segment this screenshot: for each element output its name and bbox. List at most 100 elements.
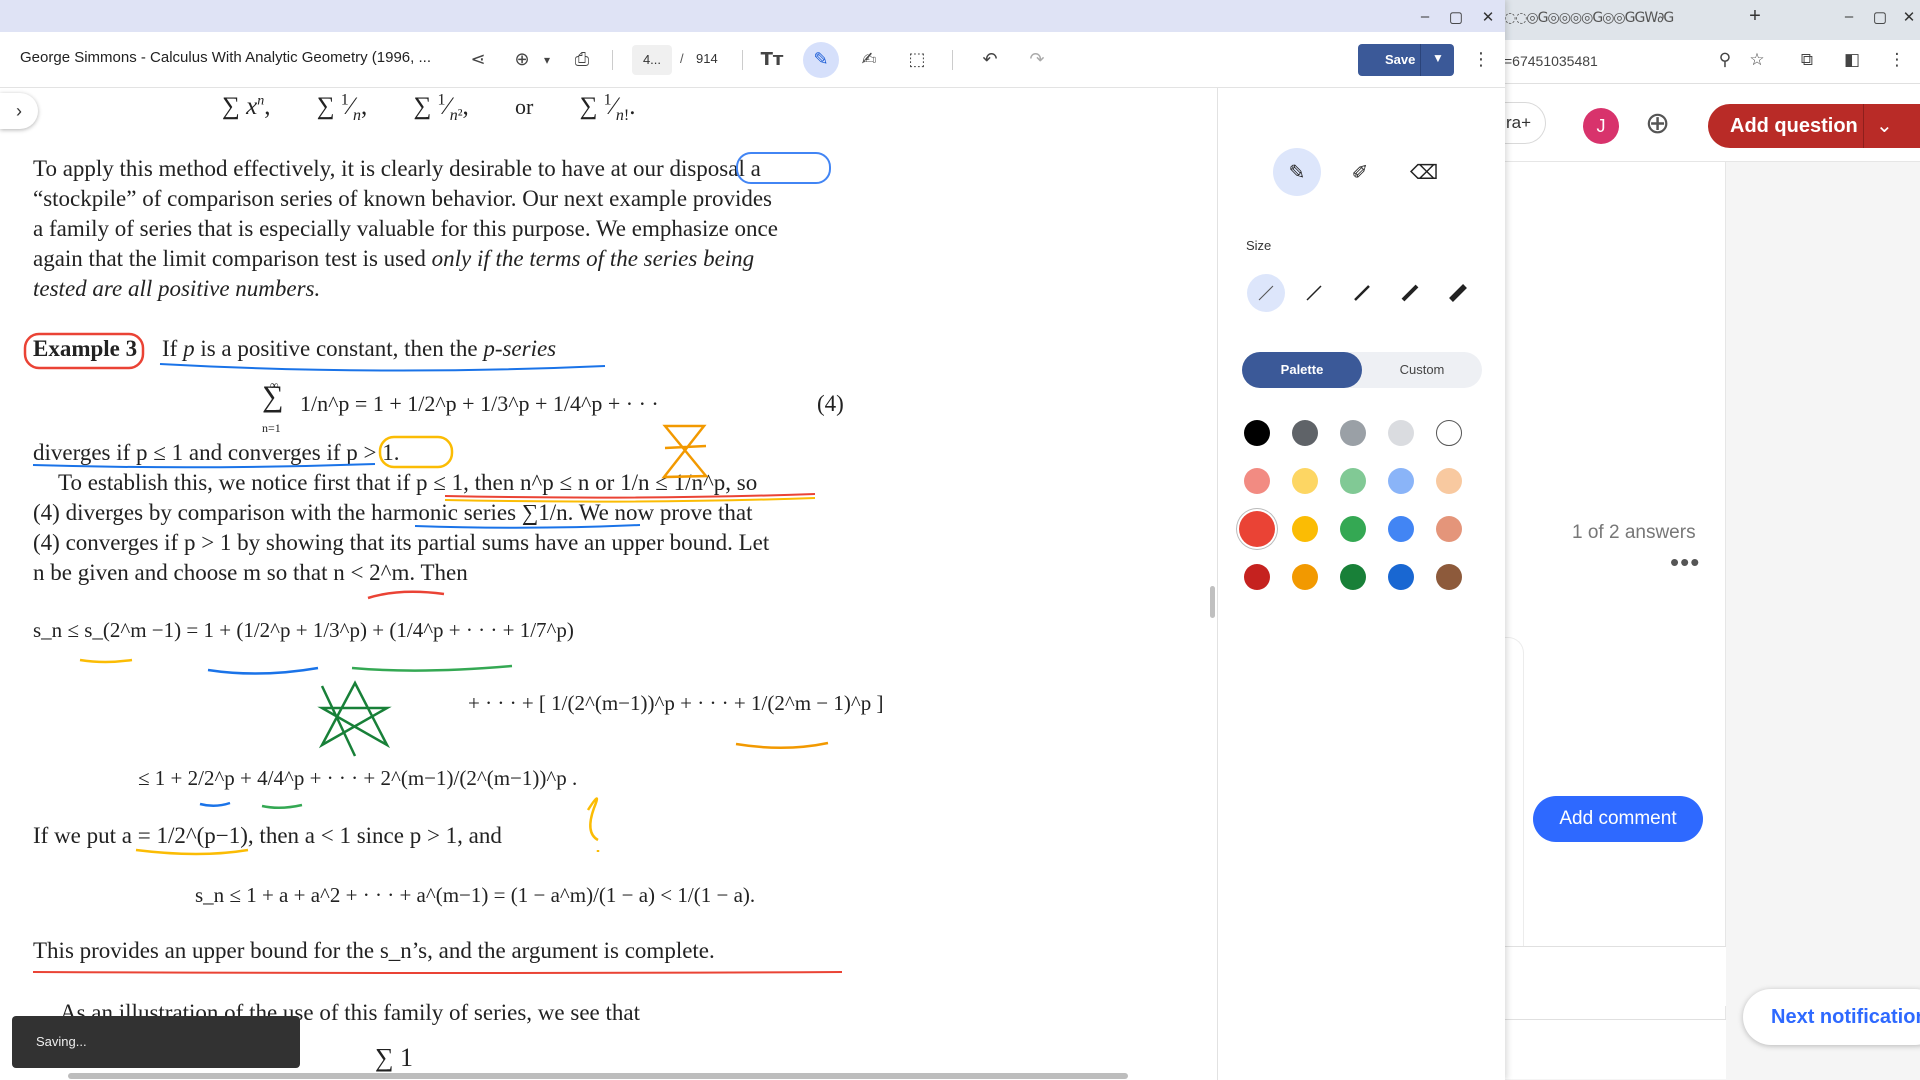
eraser-tool-icon[interactable]: ⌫ <box>1400 148 1448 196</box>
close-icon[interactable]: ✕ <box>1897 8 1920 26</box>
paragraph-line: If we put a = 1/2^(p−1), then a < 1 sinc… <box>33 823 502 848</box>
color-swatch[interactable] <box>1292 564 1318 590</box>
selection-icon[interactable]: ⬚ <box>903 46 931 74</box>
zoom-icon[interactable]: ⊕ <box>508 46 536 74</box>
page-total: 914 <box>696 51 718 66</box>
color-swatch[interactable] <box>1436 420 1462 446</box>
pen-tool-icon[interactable]: ✎ <box>1273 148 1321 196</box>
save-label: Save <box>1385 52 1416 67</box>
star-annotation-green <box>317 680 392 757</box>
color-swatch[interactable] <box>1388 468 1414 494</box>
horizontal-scrollbar[interactable] <box>68 1073 1128 1079</box>
url-text[interactable]: =67451035481 <box>1504 53 1598 69</box>
draw-icon[interactable]: ✎ <box>803 42 839 78</box>
tab-palette[interactable]: Palette <box>1242 352 1362 388</box>
color-swatch[interactable] <box>1340 564 1366 590</box>
stroke-size-3-icon <box>1354 285 1370 301</box>
list-item <box>1500 946 1726 1006</box>
print-icon[interactable]: ⎙ <box>568 46 596 74</box>
toolbar-divider <box>612 50 613 70</box>
globe-icon[interactable]: ⊕ <box>1645 106 1670 141</box>
color-swatch[interactable] <box>1244 468 1270 494</box>
address-bar[interactable]: =67451035481 ⚲ ☆ ⧉ ◧ ⋮ <box>1500 40 1920 84</box>
page-number-input[interactable]: 4... <box>632 45 672 75</box>
stroke-size-4[interactable] <box>1391 274 1429 312</box>
color-swatch[interactable] <box>1388 420 1414 446</box>
annotation-underline-yellow <box>735 741 829 749</box>
pdf-toolbar: George Simmons - Calculus With Analytic … <box>0 32 1505 88</box>
highlighter-tool-icon[interactable]: ✐ <box>1336 148 1384 196</box>
stroke-size-5[interactable] <box>1439 274 1477 312</box>
stroke-size-3[interactable] <box>1343 274 1381 312</box>
chevron-down-icon[interactable]: ▼ <box>1432 51 1444 65</box>
stroke-size-4-icon <box>1401 284 1419 302</box>
more-options-icon[interactable]: ••• <box>1670 547 1700 578</box>
extensions-icon[interactable]: ⧉ <box>1795 50 1819 70</box>
tab-custom[interactable]: Custom <box>1362 352 1482 388</box>
menu-icon[interactable]: ⋮ <box>1885 50 1909 70</box>
annotation-underline-green <box>351 664 513 672</box>
color-swatch[interactable] <box>1340 468 1366 494</box>
color-swatch[interactable] <box>1340 420 1366 446</box>
paragraph-text: again that the limit comparison test is … <box>33 246 432 271</box>
color-swatch[interactable] <box>1436 516 1462 542</box>
list-item <box>1500 1019 1726 1079</box>
stroke-size-1[interactable] <box>1247 274 1285 312</box>
stroke-size-2[interactable] <box>1295 274 1333 312</box>
maximize-icon[interactable]: ▢ <box>1868 8 1892 26</box>
color-swatch[interactable] <box>1436 564 1462 590</box>
minimize-icon[interactable]: – <box>1837 8 1861 25</box>
save-button[interactable]: Save ▼ <box>1358 44 1454 76</box>
side-panel-icon[interactable]: ◧ <box>1840 50 1864 70</box>
color-swatch[interactable] <box>1292 468 1318 494</box>
color-swatch[interactable] <box>1388 564 1414 590</box>
palette-mode-toggle: Palette Custom <box>1242 352 1482 388</box>
text-icon[interactable]: Tт <box>758 46 786 74</box>
zoom-icon[interactable]: ⚲ <box>1713 50 1737 70</box>
paragraph-line: a family of series that is especially va… <box>33 216 778 241</box>
quora-header: ra+ J ⊕ Add question ⌄ <box>1500 84 1920 162</box>
next-notification-button[interactable]: Next notification <box>1743 989 1920 1045</box>
color-swatch[interactable] <box>1244 420 1270 446</box>
question-mark-annotation <box>586 797 600 852</box>
stroke-size-2-icon <box>1306 285 1322 301</box>
color-swatch[interactable] <box>1388 516 1414 542</box>
desktop: ◌◌◎G◎◎◎◎G◎◎GGW∂G + – ▢ ✕ =67451035481 ⚲ … <box>0 0 1920 1080</box>
chevron-right-icon[interactable]: › <box>0 93 38 129</box>
panel-resize-handle[interactable] <box>1210 586 1215 618</box>
new-tab-icon[interactable]: + <box>1743 5 1767 28</box>
size-label: Size <box>1246 238 1272 253</box>
quora-plus-button[interactable]: ra+ <box>1500 102 1547 144</box>
signature-icon[interactable]: ✍ <box>855 46 883 74</box>
color-swatch[interactable] <box>1239 511 1275 547</box>
maximize-icon[interactable]: ▢ <box>1444 8 1468 26</box>
annotation-underline-yellow <box>79 658 133 664</box>
undo-icon[interactable]: ↶ <box>976 46 1004 74</box>
save-divider <box>1420 44 1421 76</box>
color-swatch[interactable] <box>1244 564 1270 590</box>
add-question-button[interactable]: Add question ⌄ <box>1708 104 1920 148</box>
avatar[interactable]: J <box>1583 108 1619 144</box>
tab-favicons[interactable]: ◌◌◎G◎◎◎◎G◎◎GGW∂G <box>1504 10 1674 26</box>
paragraph-line: To apply this method effectively, it is … <box>33 156 761 181</box>
color-swatch[interactable] <box>1292 420 1318 446</box>
answer-card: 1 of 2 answers ••• Add comment <box>1500 162 1726 1032</box>
chevron-down-icon[interactable]: ⌄ <box>1876 113 1893 138</box>
paragraph-line: This provides an upper bound for the s_n… <box>33 938 715 963</box>
minimize-icon[interactable]: – <box>1413 8 1437 25</box>
color-swatch[interactable] <box>1340 516 1366 542</box>
pdf-page[interactable]: › ∑ xn, ∑ 1⁄n, ∑ 1⁄n², or ∑ 1⁄n!. To app… <box>0 88 1217 1080</box>
saving-toast: Saving... <box>12 1016 300 1068</box>
page-separator: / <box>680 51 684 66</box>
paragraph-line: “stockpile” of comparison series of know… <box>33 186 772 211</box>
chevron-down-icon[interactable]: ▾ <box>533 46 561 74</box>
redo-icon[interactable]: ↷ <box>1023 46 1051 74</box>
close-icon[interactable]: ✕ <box>1476 8 1500 26</box>
add-comment-button[interactable]: Add comment <box>1533 796 1703 842</box>
document-title: George Simmons - Calculus With Analytic … <box>20 49 431 66</box>
more-options-icon[interactable]: ⋮ <box>1467 46 1495 74</box>
bookmark-star-icon[interactable]: ☆ <box>1745 50 1769 70</box>
color-swatch[interactable] <box>1292 516 1318 542</box>
share-icon[interactable]: ⋖ <box>464 46 492 74</box>
color-swatch[interactable] <box>1436 468 1462 494</box>
